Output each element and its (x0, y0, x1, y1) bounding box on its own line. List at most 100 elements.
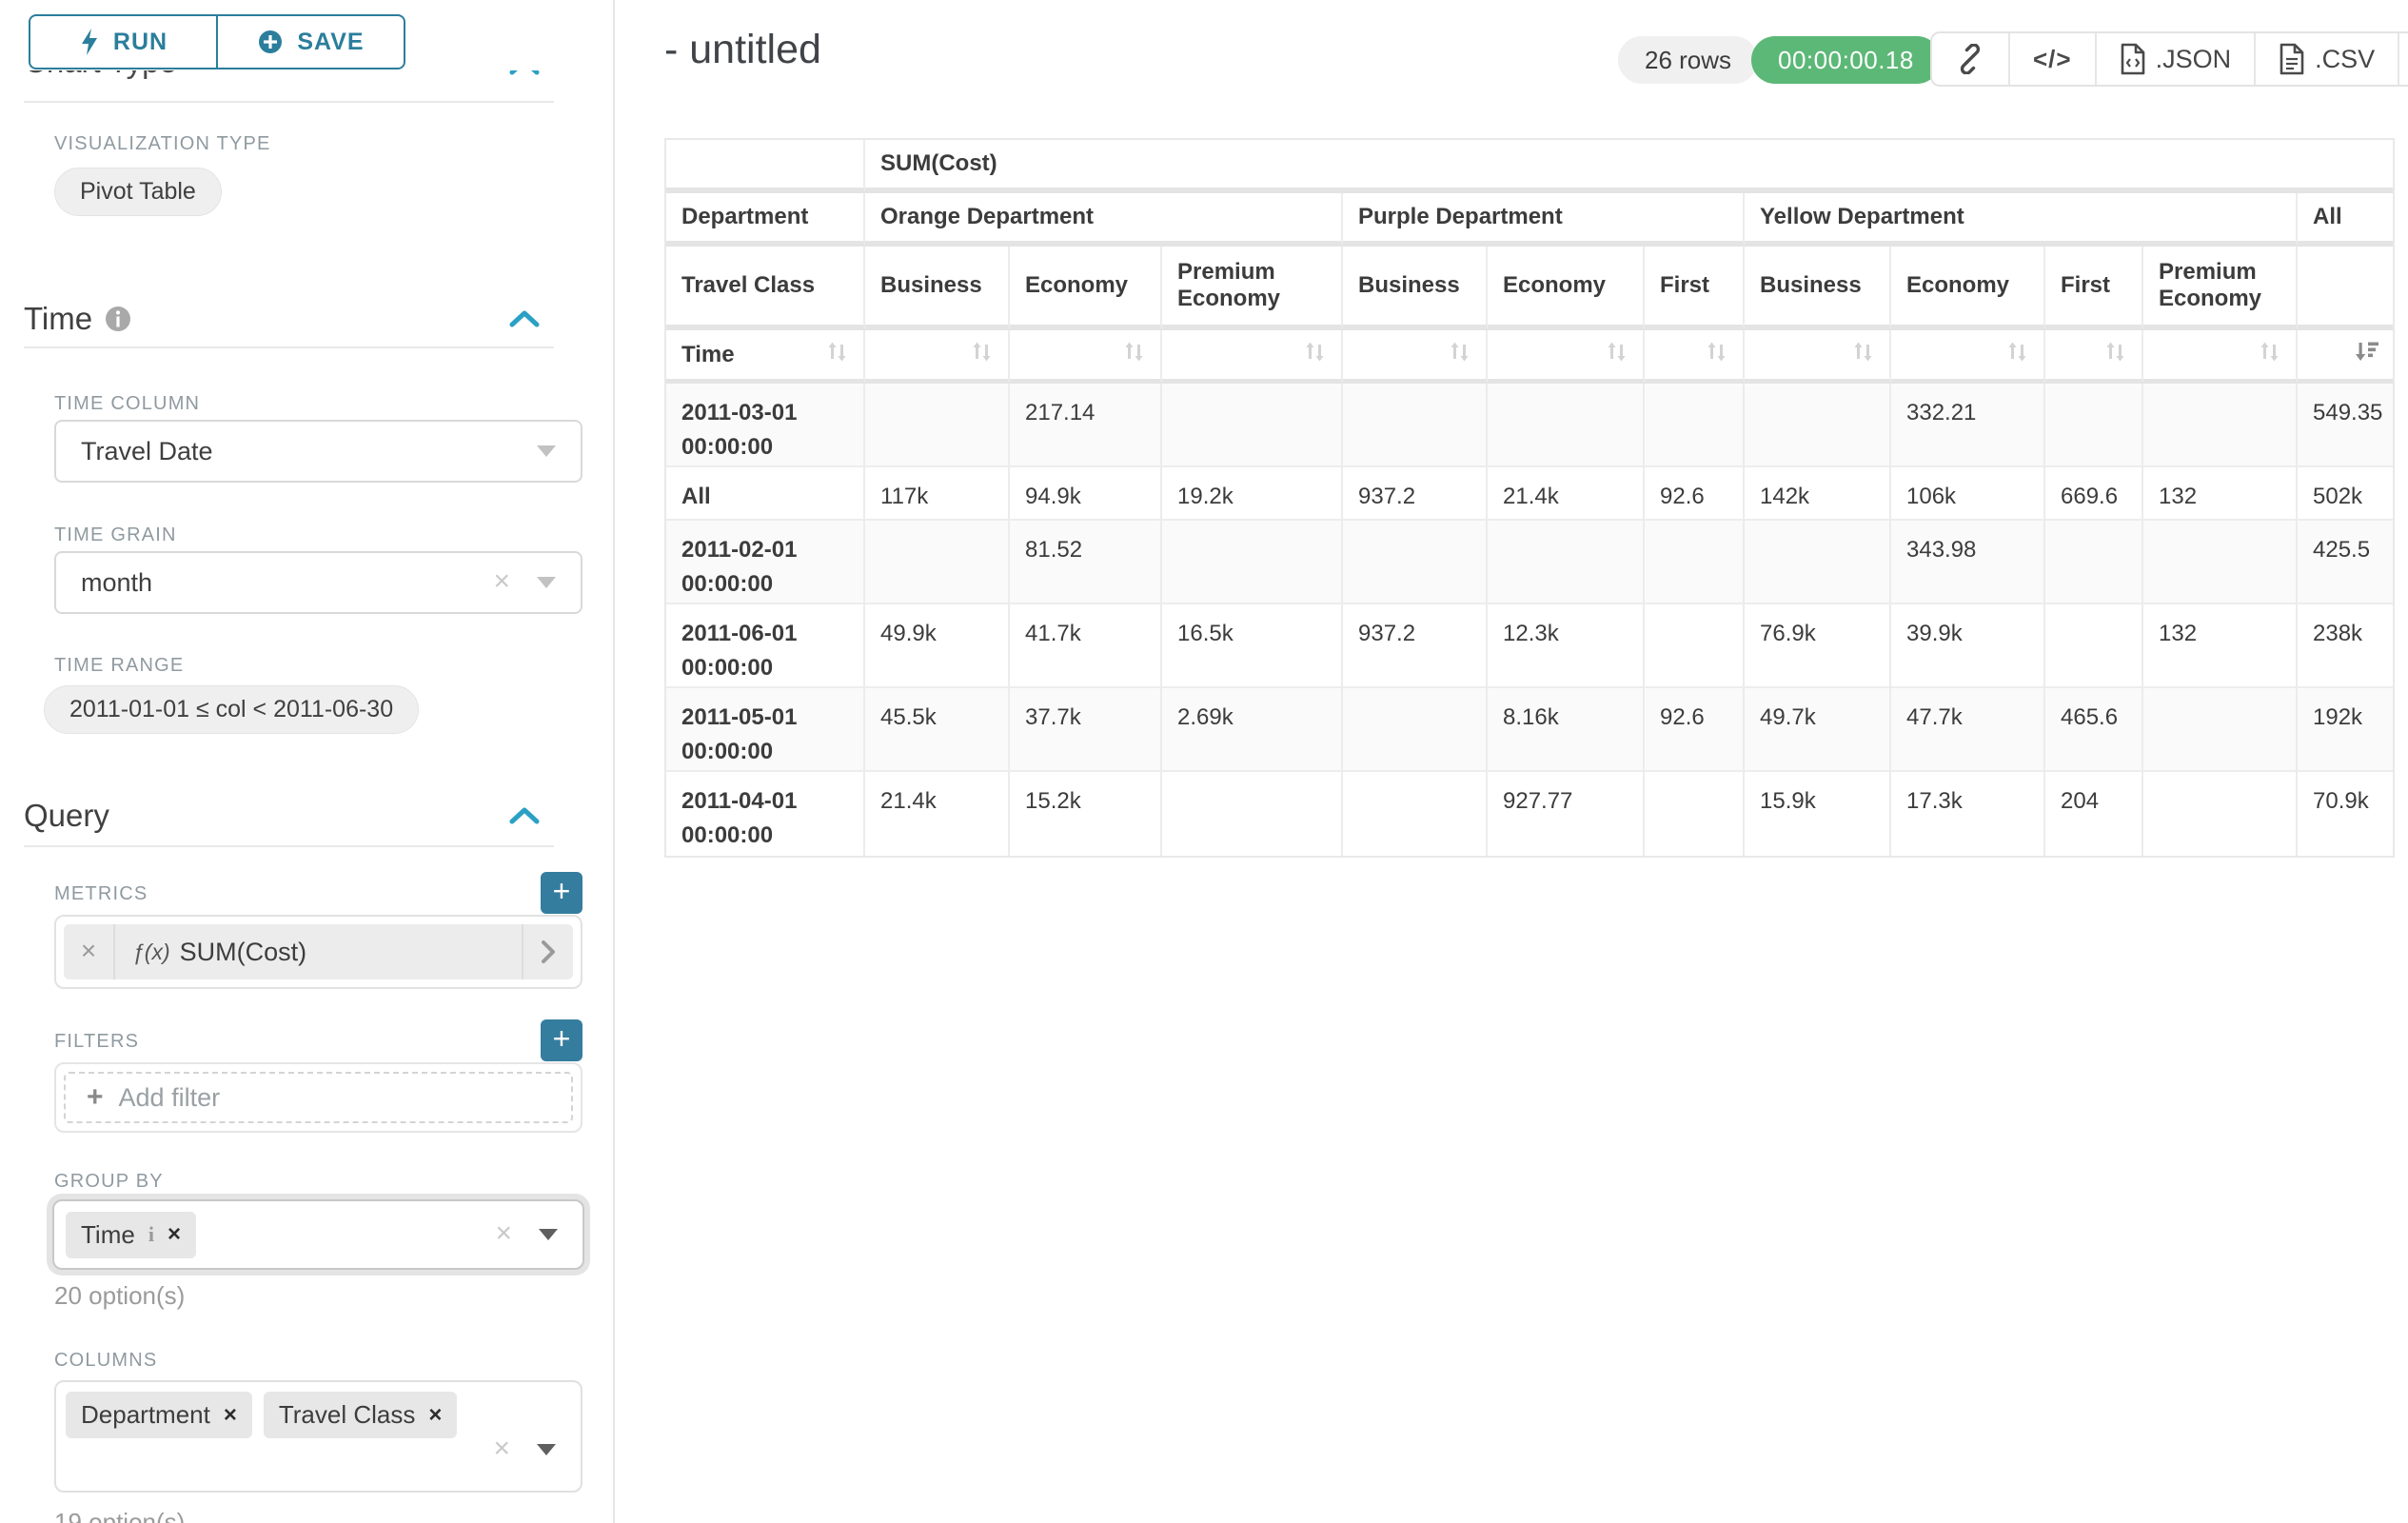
pivot-value-cell (2045, 384, 2143, 467)
filters-label: FILTERS (54, 1031, 139, 1053)
time-grain-select[interactable]: month × (54, 551, 582, 614)
time-section-title: Time (24, 301, 92, 337)
pivot-value-cell: 21.4k (865, 772, 1010, 856)
selected-option-tag[interactable]: Travel Class× (264, 1392, 458, 1438)
pivot-value-cell (2143, 521, 2298, 604)
pivot-travel-class-header: Economy (1488, 247, 1645, 330)
pivot-value-cell: 204 (2045, 772, 2143, 856)
pivot-travel-class-header: Business (1343, 247, 1488, 330)
sort-icon[interactable] (1302, 339, 1328, 371)
pivot-value-cell (1162, 384, 1343, 467)
group-by-label: GROUP BY (54, 1171, 164, 1193)
pivot-value-cell: 106k (1891, 467, 2045, 521)
pivot-travel-class-header: First (1645, 247, 1745, 330)
chevron-up-icon[interactable] (508, 309, 541, 328)
add-metric-button[interactable]: + (541, 872, 582, 914)
columns-select[interactable]: Department× Travel Class× × (54, 1380, 582, 1493)
pivot-department-group-header: All (2298, 193, 2393, 247)
table-row: DepartmentOrange DepartmentPurple Depart… (666, 193, 2393, 247)
pivot-value-cell: 12.3k (1488, 604, 1645, 688)
metric-pill[interactable]: × ƒ(x) SUM(Cost) (64, 924, 573, 979)
sort-icon[interactable] (969, 339, 995, 371)
pivot-corner-cell (666, 140, 865, 193)
clear-icon[interactable]: × (493, 567, 510, 596)
selected-option-tag[interactable]: Timei× (66, 1212, 196, 1258)
pivot-row-header: 2011-03-01 00:00:00 (666, 384, 865, 467)
table-row: 2011-05-01 00:00:0045.5k37.7k2.69k8.16k9… (666, 688, 2393, 772)
time-range-value[interactable]: 2011-01-01 ≤ col < 2011-06-30 (44, 685, 419, 734)
expand-metric-button[interactable] (522, 924, 573, 979)
add-filter-button[interactable]: + Add filter (64, 1072, 573, 1123)
sort-icon[interactable] (1850, 339, 1876, 371)
pivot-value-cell: 15.9k (1745, 772, 1891, 856)
sort-icon[interactable] (2257, 339, 2282, 371)
pivot-travel-class-header: Business (865, 247, 1010, 330)
query-section-title: Query (24, 798, 109, 834)
pivot-value-cell: 17.3k (1891, 772, 2045, 856)
save-button[interactable]: SAVE (216, 16, 404, 68)
group-by-select[interactable]: Timei× × (52, 1199, 584, 1270)
sort-icon[interactable] (824, 339, 850, 371)
export-csv-button[interactable]: .CSV (2254, 33, 2398, 85)
caret-down-icon (537, 577, 556, 588)
pivot-sort-cell[interactable] (1343, 330, 1488, 384)
pivot-value-cell: 49.7k (1745, 688, 1891, 772)
run-save-bar: RUN SAVE (0, 0, 613, 70)
clear-icon[interactable]: × (493, 1434, 510, 1462)
add-filter-plus-button[interactable]: + (541, 1019, 582, 1061)
sort-icon[interactable] (1447, 339, 1472, 371)
csv-file-icon (2279, 43, 2305, 75)
metrics-container: × ƒ(x) SUM(Cost) (54, 915, 582, 989)
share-link-button[interactable] (1932, 33, 2008, 85)
pivot-sort-cell[interactable] (1645, 330, 1745, 384)
pivot-value-cell (1343, 521, 1488, 604)
pivot-value-cell: 21.4k (1488, 467, 1645, 521)
pivot-sort-cell[interactable] (2298, 330, 2393, 384)
json-file-icon (2120, 43, 2146, 75)
remove-tag-icon[interactable]: × (428, 1402, 442, 1429)
selected-option-tag[interactable]: Department× (66, 1392, 252, 1438)
pivot-value-cell: 16.5k (1162, 604, 1343, 688)
chevron-up-icon[interactable] (508, 806, 541, 825)
remove-tag-icon[interactable]: × (224, 1402, 237, 1429)
pivot-department-group-header: Orange Department (865, 193, 1343, 247)
link-icon (1955, 44, 1985, 74)
sort-desc-icon[interactable] (2352, 339, 2379, 371)
time-column-select[interactable]: Travel Date (54, 420, 582, 483)
remove-tag-icon[interactable]: × (168, 1221, 181, 1248)
menu-button[interactable] (2398, 33, 2408, 85)
pivot-value-cell (1645, 521, 1745, 604)
pivot-value-cell: 37.7k (1010, 688, 1162, 772)
pivot-sort-cell[interactable] (2045, 330, 2143, 384)
pivot-value-cell: 45.5k (865, 688, 1010, 772)
pivot-sort-cell[interactable] (1891, 330, 2045, 384)
pivot-sort-cell[interactable] (2143, 330, 2298, 384)
sort-icon[interactable] (1704, 339, 1729, 371)
view-query-button[interactable]: </> (2008, 33, 2095, 85)
pivot-sort-cell[interactable] (1488, 330, 1645, 384)
pivot-sort-cell[interactable] (1745, 330, 1891, 384)
pivot-value-cell (2045, 521, 2143, 604)
pivot-sort-cell[interactable] (1162, 330, 1343, 384)
sort-icon[interactable] (2004, 339, 2030, 371)
group-by-options-hint: 20 option(s) (54, 1281, 185, 1311)
run-button[interactable]: RUN (30, 16, 216, 68)
visualization-type-value[interactable]: Pivot Table (54, 168, 222, 216)
remove-metric-icon[interactable]: × (64, 924, 115, 979)
pivot-sort-cell[interactable] (1010, 330, 1162, 384)
pivot-value-cell: 117k (865, 467, 1010, 521)
sort-icon[interactable] (1121, 339, 1147, 371)
export-json-button[interactable]: .JSON (2095, 33, 2255, 85)
columns-label: COLUMNS (54, 1350, 157, 1372)
pivot-row-dimension-label: Time (681, 342, 735, 368)
sort-icon[interactable] (1604, 339, 1629, 371)
pivot-row-header: All (666, 467, 865, 521)
pivot-sort-cell[interactable] (865, 330, 1010, 384)
lightning-bolt-icon (79, 28, 100, 56)
pivot-value-cell (1488, 384, 1645, 467)
pivot-row-header: 2011-06-01 00:00:00 (666, 604, 865, 688)
table-row: Time (666, 330, 2393, 384)
clear-icon[interactable]: × (495, 1219, 512, 1248)
sort-icon[interactable] (2102, 339, 2128, 371)
chart-title: - untitled (664, 27, 821, 73)
